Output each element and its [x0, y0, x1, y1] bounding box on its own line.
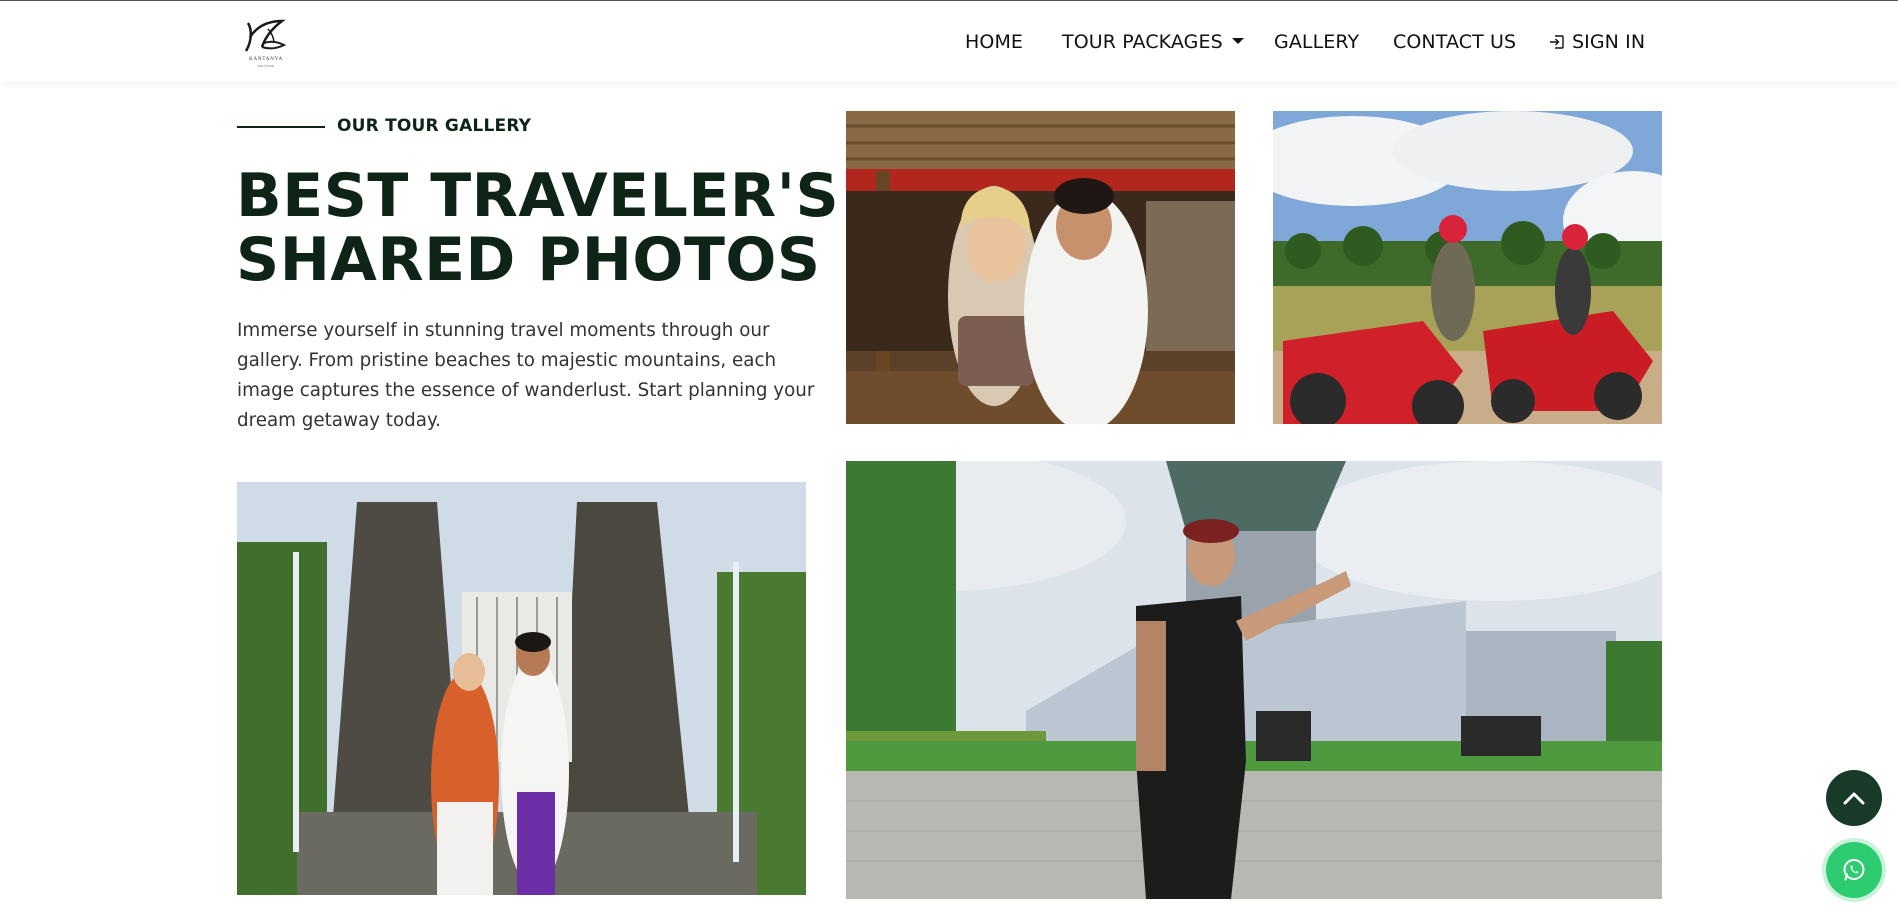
man-at-statue-park-photo [846, 461, 1662, 899]
caret-down-icon [1231, 38, 1244, 44]
scroll-to-top-button[interactable] [1826, 770, 1882, 826]
nav-contact[interactable]: CONTACT US [1393, 31, 1516, 53]
whatsapp-icon [1843, 859, 1865, 881]
eyebrow-divider [237, 126, 325, 128]
sign-in-link[interactable]: SIGN IN [1549, 31, 1645, 53]
gallery-description: Immerse yourself in stunning travel mome… [237, 320, 815, 431]
gallery-photo-statue-park[interactable] [846, 461, 1662, 899]
whatsapp-button[interactable] [1826, 842, 1882, 898]
nav-tour-packages-label: TOUR PACKAGES [1062, 31, 1223, 53]
atv-riders-photo [1273, 111, 1662, 424]
title-line-1: BEST TRAVELER'S [236, 161, 840, 231]
chevron-up-icon [1843, 792, 1865, 805]
nav-tour-packages[interactable]: TOUR PACKAGES [1062, 31, 1244, 53]
couple-at-temple-gate-photo [237, 482, 806, 895]
page-title: BEST TRAVELER'S SHARED PHOTOS [236, 164, 876, 292]
title-line-2: SHARED PHOTOS [236, 225, 821, 295]
gallery-photo-couple-pavilion[interactable] [846, 111, 1235, 424]
sign-in-label: SIGN IN [1572, 31, 1646, 53]
gallery-photo-atv-riders[interactable] [1273, 111, 1662, 424]
gallery-photo-temple-gate[interactable] [237, 482, 806, 895]
section-eyebrow: OUR TOUR GALLERY [337, 116, 532, 136]
site-header: KANTANYA BALI TOUR HOME TOUR PACKAGES GA… [0, 1, 1898, 82]
couple-in-pavilion-photo [846, 111, 1235, 424]
sign-in-icon [1550, 35, 1564, 49]
main-nav: HOME TOUR PACKAGES GALLERY CONTACT US SI… [0, 1, 1898, 82]
nav-gallery[interactable]: GALLERY [1274, 31, 1359, 53]
nav-home[interactable]: HOME [965, 31, 1023, 53]
